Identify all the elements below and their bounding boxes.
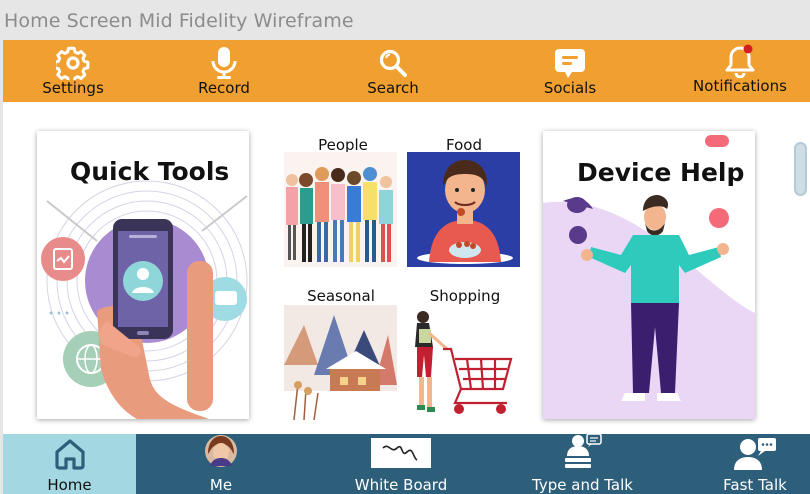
magnifier-icon [373,47,413,79]
microphone-icon [204,47,244,79]
person-speech-icon [732,436,778,474]
device-help-card[interactable]: Device Help [543,131,755,419]
shopping-tile[interactable] [407,305,520,420]
shopping-illustration [415,311,513,414]
gear-icon [53,46,93,80]
food-tile[interactable] [407,152,520,267]
top-nav-bar: Settings Record Search Socials Notificat… [3,40,810,102]
tab-whiteboard[interactable]: White Board [339,434,463,494]
search-label: Search [367,79,419,97]
tab-home-label: Home [47,476,92,494]
tab-fast-talk-label: Fast Talk [723,476,787,494]
tab-type-and-talk[interactable]: Type and Talk [515,433,650,494]
device-help-title: Device Help [577,158,745,187]
settings-button[interactable]: Settings [33,40,113,102]
search-button[interactable]: Search [353,40,433,102]
socials-button[interactable]: Socials [530,40,610,102]
notifications-button[interactable]: Notifications [685,40,795,102]
socials-label: Socials [543,79,597,97]
settings-label: Settings [42,79,104,97]
bell-icon [720,44,760,78]
whiteboard-icon [371,438,431,472]
shopping-label: Shopping [429,287,501,305]
house-icon [53,438,87,474]
window-title: Home Screen Mid Fidelity Wireframe [4,10,354,32]
scrollbar-thumb[interactable] [794,142,807,196]
avatar [204,434,238,472]
quick-tools-title: Quick Tools [70,157,230,186]
chat-bubble-icon [550,47,590,79]
person-keyboard-icon [563,433,603,474]
tab-me[interactable]: Me [163,434,279,494]
record-button[interactable]: Record [184,40,264,102]
quick-tools-card[interactable]: Quick Tools [37,131,249,419]
notifications-label: Notifications [693,77,787,95]
tab-me-label: Me [209,476,233,494]
people-tile[interactable] [284,152,397,267]
seasonal-label: Seasonal [307,287,375,305]
seasonal-tile[interactable] [284,305,397,420]
tab-type-and-talk-label: Type and Talk [532,476,633,494]
seasonal-illustration [284,305,397,420]
notification-dot [743,44,753,54]
tab-fast-talk[interactable]: Fast Talk [700,434,810,494]
bottom-nav-bar: Home Me White Board Type and Talk Fast T… [3,433,810,494]
tab-whiteboard-label: White Board [354,476,448,494]
food-illustration [417,160,513,264]
record-label: Record [198,79,250,97]
people-illustration [286,167,393,262]
tab-home[interactable]: Home [3,434,136,494]
